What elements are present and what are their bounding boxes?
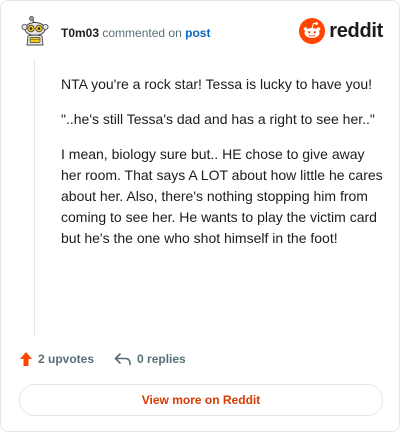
reply-arrow-icon [114, 353, 131, 366]
replies-stat[interactable]: 0 replies [114, 352, 186, 366]
upvotes-count: 2 upvotes [38, 352, 95, 366]
action-text: commented on [102, 26, 182, 40]
reddit-embed-card: T0m03 commented on post reddit NTA you'r… [0, 0, 400, 432]
comment-footer: 2 upvotes 0 replies [19, 349, 186, 369]
comment-paragraph: "..he's still Tessa's dad and has a righ… [61, 111, 375, 127]
comment-paragraph: I mean, biology sure but.. HE chose to g… [61, 146, 383, 246]
comment-header: T0m03 commented on post reddit [17, 15, 383, 51]
reddit-logo-icon [299, 18, 326, 44]
reddit-brand[interactable]: reddit [299, 18, 383, 44]
replies-count: 0 replies [137, 352, 186, 366]
comment-meta: T0m03 commented on post [61, 26, 210, 40]
reddit-wordmark: reddit [329, 19, 383, 42]
upvote-arrow-icon [20, 352, 32, 366]
upvotes-stat[interactable]: 2 upvotes [19, 351, 94, 367]
snoo-avatar-icon [21, 16, 49, 46]
user-avatar[interactable] [19, 15, 51, 47]
username[interactable]: T0m03 [61, 26, 99, 40]
post-link[interactable]: post [185, 26, 210, 40]
comment-body: NTA you're a rock star! Tessa is lucky t… [61, 74, 383, 263]
comment-paragraph: NTA you're a rock star! Tessa is lucky t… [61, 76, 373, 92]
thread-line [34, 59, 35, 337]
view-more-button[interactable]: View more on Reddit [19, 384, 383, 416]
